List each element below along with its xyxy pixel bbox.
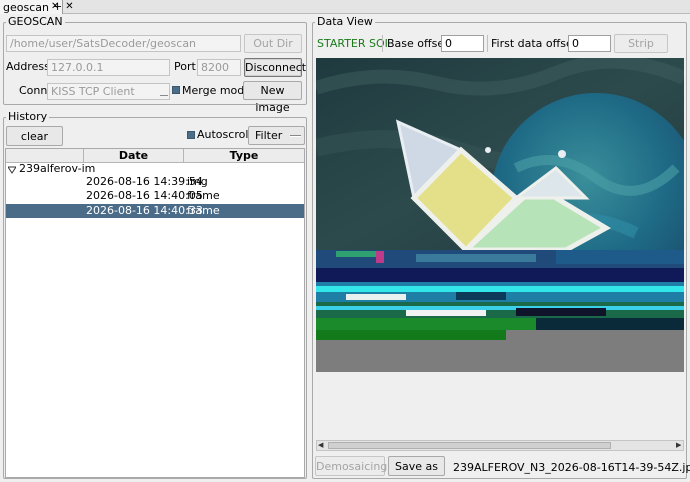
add-tab-icon[interactable]: + — [53, 0, 62, 14]
tab-actions: + ✕ — [53, 0, 74, 14]
history-row-type: frame — [187, 204, 220, 217]
column-header-type[interactable]: Type — [184, 149, 304, 163]
scroll-left-icon[interactable]: ◀ — [318, 441, 323, 449]
decoded-image — [316, 58, 684, 372]
disconnect-button[interactable]: Disconnect — [244, 58, 306, 77]
new-image-button[interactable]: New image — [243, 81, 302, 114]
demosaicing-button[interactable]: Demosaicing — [315, 456, 387, 476]
history-row[interactable]: 2026-08-16 14:39:54 img — [6, 175, 304, 189]
expand-arrow-icon[interactable] — [8, 166, 16, 174]
out-dir-button[interactable]: Out Dir — [244, 34, 302, 53]
autoscroll-checkbox[interactable] — [187, 131, 195, 139]
base-offset-field[interactable]: 0 — [441, 35, 484, 52]
save-as-button[interactable]: Save as — [388, 456, 445, 476]
tree-group-row[interactable]: 239alferov-im — [6, 162, 304, 176]
history-row-selected[interactable]: 2026-08-16 14:40:33 frame — [6, 204, 304, 218]
history-row[interactable]: 2026-08-16 14:40:05 frame — [6, 189, 304, 203]
port-field[interactable]: 8200 — [197, 59, 241, 76]
decoded-image-canvas — [316, 58, 684, 372]
history-row-date: 2026-08-16 14:40:33 — [86, 204, 203, 217]
filter-label: Filter — [255, 129, 283, 142]
menu-indicator-icon — [290, 135, 301, 137]
close-all-icon[interactable]: ✕ — [65, 0, 73, 14]
merge-mode-checkbox[interactable] — [172, 86, 180, 94]
starter-soi-label: STARTER SOI — [317, 37, 388, 50]
history-group-title: History — [6, 110, 50, 123]
history-row-date: 2026-08-16 14:39:54 — [86, 175, 203, 188]
first-data-offset-field[interactable]: 0 — [568, 35, 611, 52]
history-row-type: img — [187, 175, 208, 188]
conn-select-value: KISS TCP Client — [51, 85, 135, 98]
scroll-thumb[interactable] — [328, 442, 611, 449]
autoscroll-label: Autoscroll — [197, 128, 252, 141]
address-field[interactable]: 127.0.0.1 — [47, 59, 170, 76]
merge-mode-label: Merge mode — [182, 84, 252, 97]
column-header-date[interactable]: Date — [84, 149, 184, 163]
history-row-type: frame — [187, 189, 220, 202]
image-filename: 239ALFEROV_N3_2026-08-16T14-39-54Z.jpg — [453, 461, 690, 474]
scroll-right-icon[interactable]: ▶ — [676, 441, 681, 449]
clear-button[interactable]: clear — [6, 126, 63, 146]
tab-label: geoscan — [3, 0, 49, 14]
strip-button[interactable]: Strip — [614, 34, 668, 53]
separator — [487, 35, 488, 52]
tab-bar — [0, 0, 690, 14]
history-row-date: 2026-08-16 14:40:05 — [86, 189, 203, 202]
data-view-group-title: Data View — [315, 15, 375, 28]
tree-group-name: 239alferov-im — [19, 162, 96, 175]
geoscan-group-title: GEOSCAN — [6, 15, 65, 28]
separator — [382, 35, 383, 52]
conn-select[interactable]: KISS TCP Client — [47, 83, 170, 100]
column-header-blank[interactable] — [6, 149, 84, 163]
out-dir-field[interactable]: /home/user/SatsDecoder/geoscan — [6, 35, 241, 52]
port-label: Port: — [174, 60, 200, 73]
chevron-down-icon[interactable] — [160, 86, 168, 96]
